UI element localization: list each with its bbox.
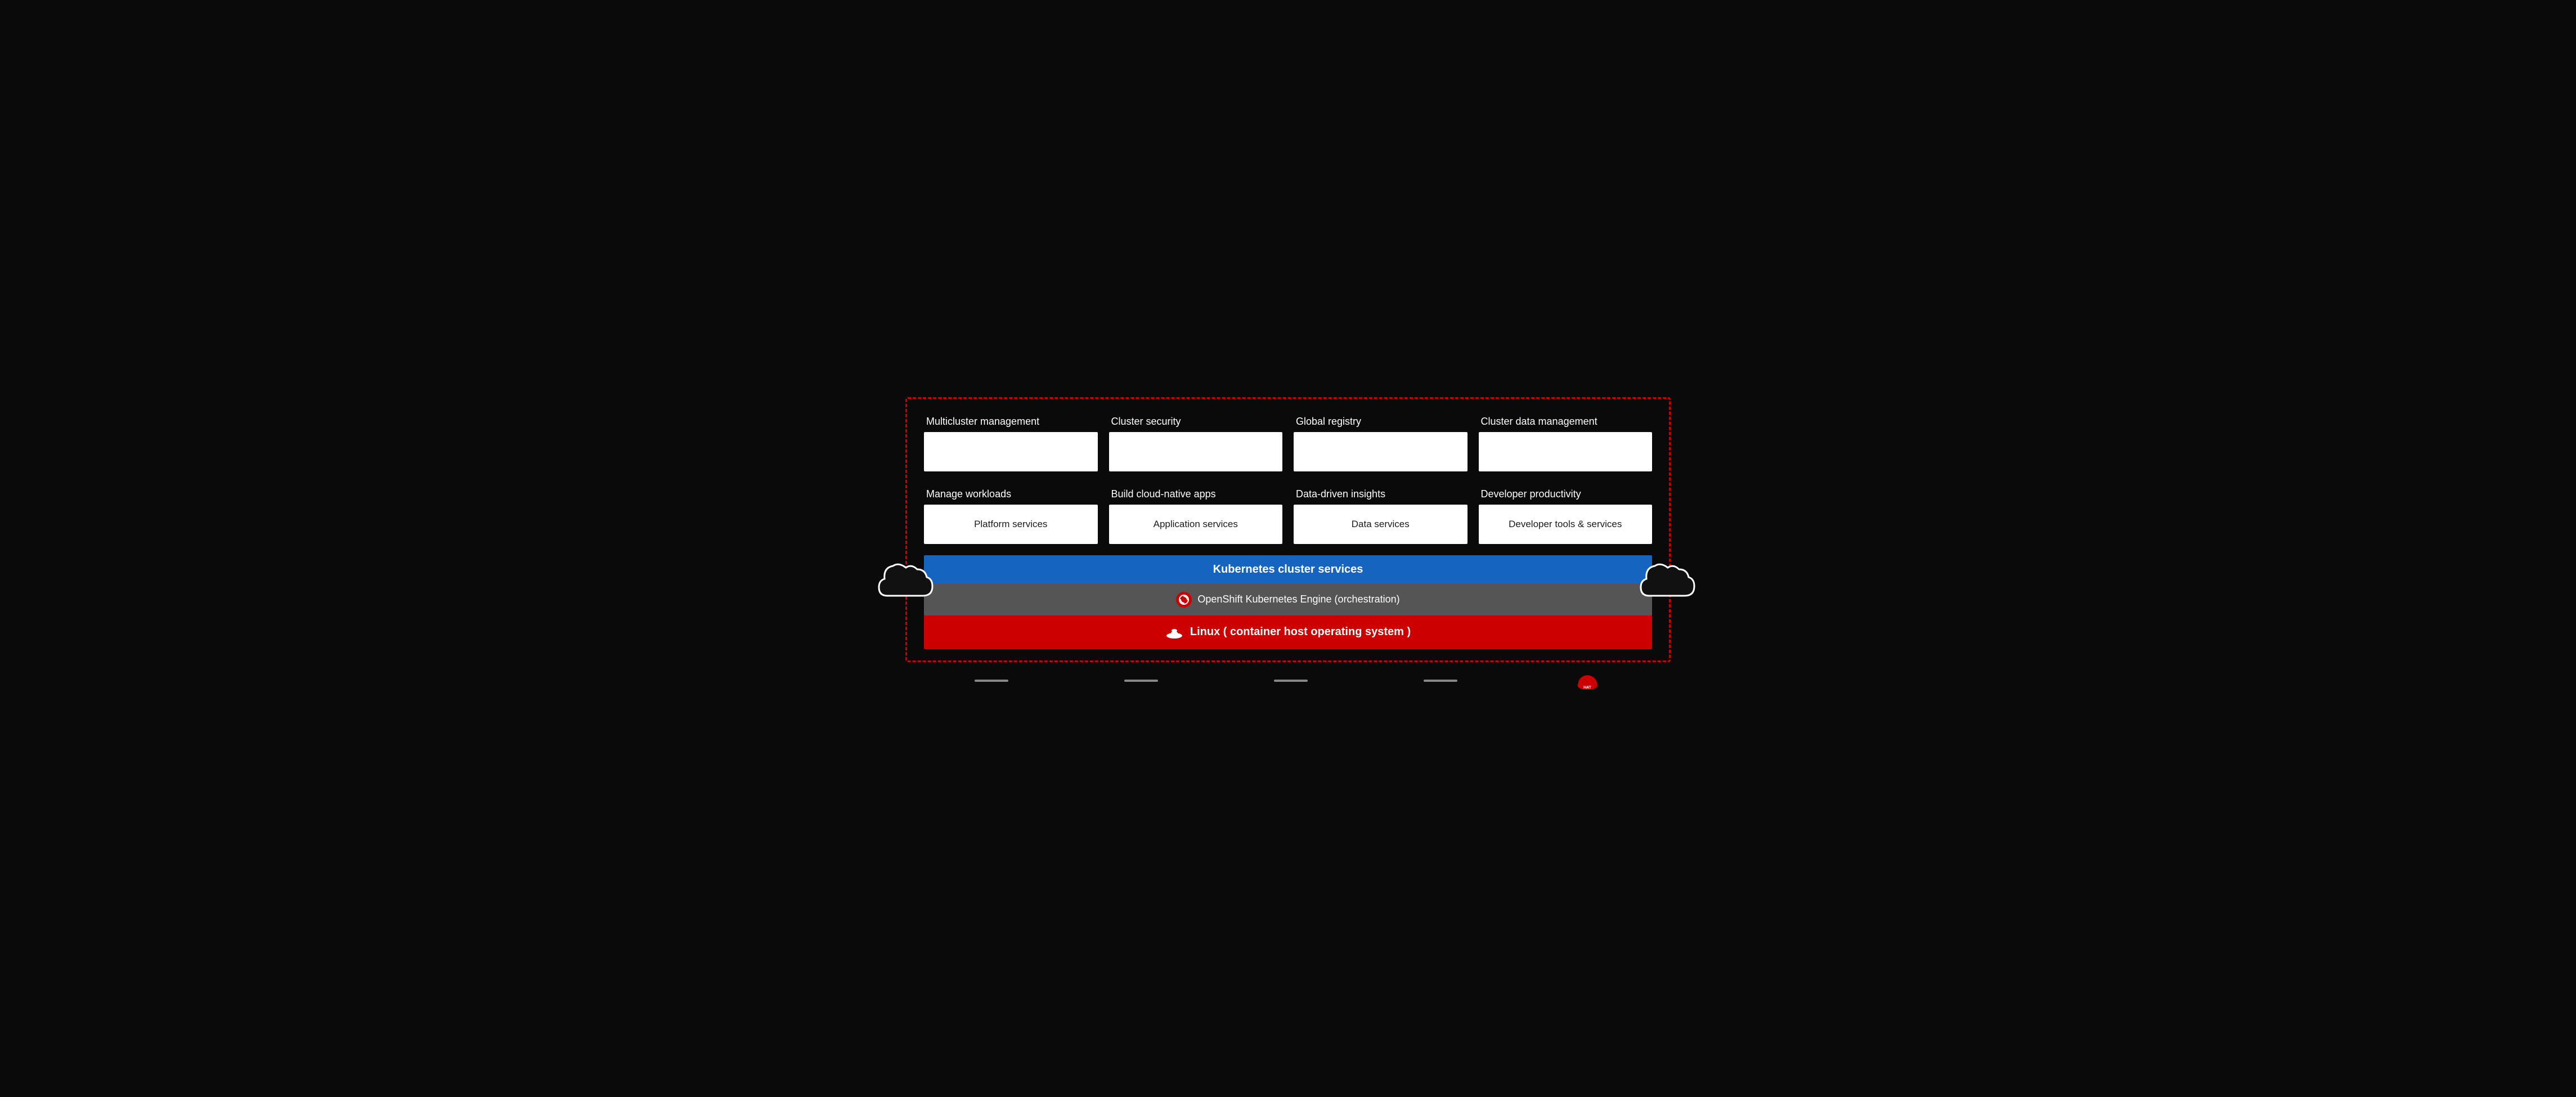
card-label-build-cloud: Build cloud-native apps <box>1109 488 1283 500</box>
card-box-cluster-data <box>1479 432 1653 471</box>
card-box-global-registry <box>1294 432 1467 471</box>
top-row: Multicluster management Cluster security… <box>924 416 1652 471</box>
card-group-cluster-data: Cluster data management <box>1479 416 1653 471</box>
card-box-platform: Platform services <box>924 505 1098 544</box>
dashed-border-box: Multicluster management Cluster security… <box>905 397 1671 662</box>
card-group-application: Build cloud-native apps Application serv… <box>1109 488 1283 544</box>
card-box-developer: Developer tools & services <box>1479 505 1653 544</box>
card-label-manage-workloads: Manage workloads <box>924 488 1098 500</box>
card-box-application: Application services <box>1109 505 1283 544</box>
data-services-text: Data services <box>1352 519 1410 530</box>
card-label-cluster-data: Cluster data management <box>1479 416 1653 428</box>
card-label-developer-productivity: Developer productivity <box>1479 488 1653 500</box>
redhat-logo: HAT <box>1573 672 1601 689</box>
bottom-row: Manage workloads Platform services Build… <box>924 488 1652 544</box>
logo-dash-1 <box>975 680 1008 682</box>
card-box-cluster-security <box>1109 432 1283 471</box>
service-bars: Kubernetes cluster services OpenShift Ku… <box>924 555 1652 649</box>
openshift-bar: OpenShift Kubernetes Engine (orchestrati… <box>924 584 1652 615</box>
openshift-bar-text: OpenShift Kubernetes Engine (orchestrati… <box>1197 594 1399 605</box>
card-label-global-registry: Global registry <box>1294 416 1467 428</box>
svg-text:HAT: HAT <box>1583 686 1592 690</box>
logos-row: HAT <box>905 672 1671 689</box>
kubernetes-bar-text: Kubernetes cluster services <box>1213 563 1363 576</box>
logo-dash-3 <box>1274 680 1308 682</box>
openshift-icon <box>1176 592 1192 608</box>
card-group-multicluster: Multicluster management <box>924 416 1098 471</box>
card-group-cluster-security: Cluster security <box>1109 416 1283 471</box>
platform-services-text: Platform services <box>974 519 1047 530</box>
card-group-data: Data-driven insights Data services <box>1294 488 1467 544</box>
card-group-developer: Developer productivity Developer tools &… <box>1479 488 1653 544</box>
diagram-container: Multicluster management Cluster security… <box>894 380 1682 717</box>
card-label-cluster-security: Cluster security <box>1109 416 1283 428</box>
card-box-multicluster <box>924 432 1098 471</box>
cloud-right <box>1635 559 1703 604</box>
developer-tools-text: Developer tools & services <box>1509 519 1622 530</box>
card-box-data: Data services <box>1294 505 1467 544</box>
card-group-platform: Manage workloads Platform services <box>924 488 1098 544</box>
card-label-multicluster: Multicluster management <box>924 416 1098 428</box>
cloud-left <box>873 559 941 604</box>
redhat-hat-icon <box>1165 623 1183 641</box>
linux-bar-text: Linux ( container host operating system … <box>1190 626 1411 639</box>
application-services-text: Application services <box>1154 519 1238 530</box>
card-label-data-insights: Data-driven insights <box>1294 488 1467 500</box>
kubernetes-bar: Kubernetes cluster services <box>924 555 1652 584</box>
logo-dash-2 <box>1124 680 1158 682</box>
linux-bar: Linux ( container host operating system … <box>924 615 1652 649</box>
card-group-global-registry: Global registry <box>1294 416 1467 471</box>
logo-dash-4 <box>1424 680 1457 682</box>
